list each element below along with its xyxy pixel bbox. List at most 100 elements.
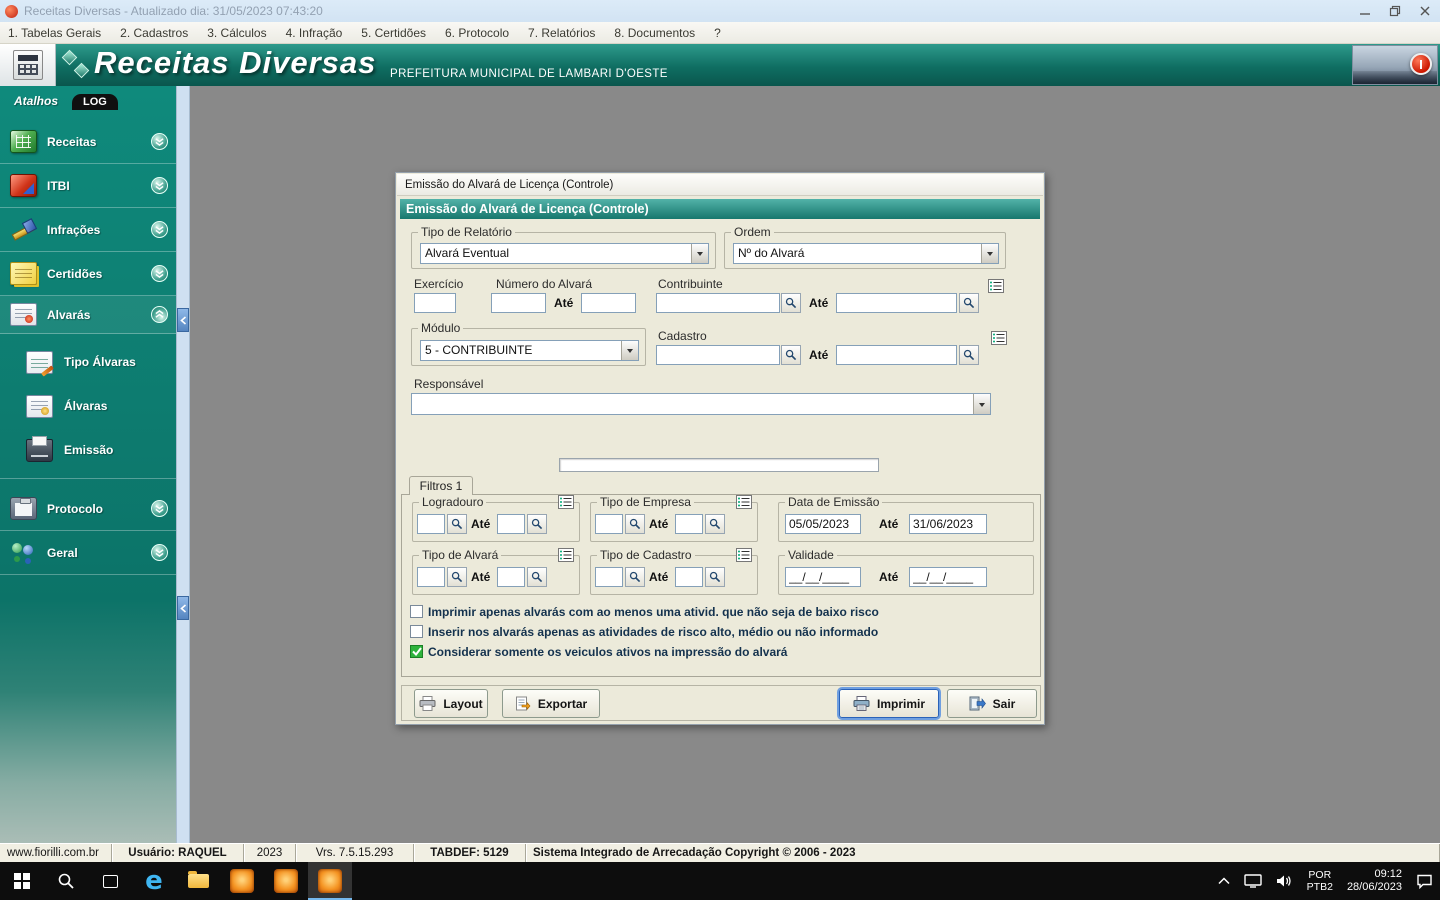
menu-calculos[interactable]: 3. Cálculos <box>207 26 266 40</box>
tab-log[interactable]: LOG <box>72 94 118 110</box>
app-orange-1-button[interactable] <box>220 862 264 900</box>
expand-chevron-icon[interactable] <box>151 265 168 282</box>
validade-from-input[interactable] <box>785 567 861 587</box>
dropdown-arrow-icon[interactable] <box>981 244 998 263</box>
data-emissao-to-input[interactable] <box>909 514 987 534</box>
exercicio-input[interactable] <box>414 293 456 313</box>
task-view-button[interactable] <box>88 862 132 900</box>
submenu-item-tipo-alvaras[interactable]: Tipo Álvaras <box>26 340 176 384</box>
magnifier-icon[interactable] <box>781 345 801 365</box>
taskbar-clock[interactable]: 09:12 28/06/2023 <box>1340 862 1409 900</box>
tab-filtros-1[interactable]: Filtros 1 <box>409 476 473 495</box>
language-indicator[interactable]: POR PTB2 <box>1300 862 1340 900</box>
sidebar-item-protocolo[interactable]: Protocolo <box>0 487 176 531</box>
modulo-select[interactable]: 5 - CONTRIBUINTE <box>420 340 639 361</box>
expand-chevron-icon[interactable] <box>151 544 168 561</box>
network-button[interactable] <box>1237 862 1269 900</box>
expand-chevron-icon[interactable] <box>151 177 168 194</box>
tipo-cadastro-to-input[interactable] <box>675 567 703 587</box>
list-icon[interactable] <box>988 279 1004 293</box>
magnifier-icon[interactable] <box>527 567 547 587</box>
dropdown-arrow-icon[interactable] <box>621 341 638 360</box>
menu-tabelas-gerais[interactable]: 1. Tabelas Gerais <box>8 26 101 40</box>
menu-help[interactable]: ? <box>714 26 721 40</box>
sidebar-scrollbar[interactable] <box>176 86 190 843</box>
menu-documentos[interactable]: 8. Documentos <box>614 26 695 40</box>
sidebar-item-receitas[interactable]: Receitas <box>0 120 176 164</box>
volume-button[interactable] <box>1269 862 1300 900</box>
magnifier-icon[interactable] <box>625 567 645 587</box>
responsavel-select[interactable] <box>411 393 991 415</box>
start-button[interactable] <box>0 862 44 900</box>
minimize-button[interactable] <box>1350 0 1380 22</box>
list-icon[interactable] <box>736 495 752 509</box>
menu-certidoes[interactable]: 5. Certidões <box>361 26 426 40</box>
magnifier-icon[interactable] <box>705 567 725 587</box>
logradouro-to-input[interactable] <box>497 514 525 534</box>
expand-chevron-icon[interactable] <box>151 133 168 150</box>
checkbox-baixo-risco[interactable] <box>410 605 423 618</box>
magnifier-icon[interactable] <box>527 514 547 534</box>
contribuinte-to-input[interactable] <box>836 293 957 313</box>
magnifier-icon[interactable] <box>447 567 467 587</box>
tipo-alvara-from-input[interactable] <box>417 567 445 587</box>
data-emissao-from-input[interactable] <box>785 514 861 534</box>
sidebar-item-certidoes[interactable]: Certidões <box>0 252 176 296</box>
app-orange-3-button[interactable] <box>308 862 352 900</box>
file-explorer-button[interactable] <box>176 862 220 900</box>
list-icon[interactable] <box>558 495 574 509</box>
dropdown-arrow-icon[interactable] <box>691 244 708 263</box>
tipo-empresa-to-input[interactable] <box>675 514 703 534</box>
magnifier-icon[interactable] <box>447 514 467 534</box>
collapse-chevron-icon[interactable] <box>151 306 168 323</box>
action-center-button[interactable] <box>1409 862 1440 900</box>
magnifier-icon[interactable] <box>705 514 725 534</box>
edge-button[interactable]: e <box>132 862 176 900</box>
sidebar-item-alvaras[interactable]: Alvarás <box>0 296 176 334</box>
sidebar-item-itbi[interactable]: ITBI <box>0 164 176 208</box>
magnifier-icon[interactable] <box>959 293 979 313</box>
sair-button[interactable]: Sair <box>947 689 1037 718</box>
collapse-arrow-icon[interactable] <box>177 596 189 620</box>
restore-button[interactable] <box>1380 0 1410 22</box>
sidebar-item-infracoes[interactable]: Infrações <box>0 208 176 252</box>
menu-relatorios[interactable]: 7. Relatórios <box>528 26 595 40</box>
menu-infracao[interactable]: 4. Infração <box>286 26 343 40</box>
tab-atalhos[interactable]: Atalhos <box>12 92 60 110</box>
power-button-icon[interactable] <box>1410 53 1432 75</box>
magnifier-icon[interactable] <box>781 293 801 313</box>
tipo-alvara-to-input[interactable] <box>497 567 525 587</box>
checkbox-veiculos-ativos[interactable] <box>410 645 423 658</box>
contribuinte-from-input[interactable] <box>656 293 780 313</box>
list-icon[interactable] <box>736 548 752 562</box>
menu-cadastros[interactable]: 2. Cadastros <box>120 26 188 40</box>
numero-alvara-to-input[interactable] <box>581 293 636 313</box>
cadastro-to-input[interactable] <box>836 345 957 365</box>
numero-alvara-from-input[interactable] <box>491 293 546 313</box>
validade-to-input[interactable] <box>909 567 987 587</box>
magnifier-icon[interactable] <box>959 345 979 365</box>
close-button[interactable] <box>1410 0 1440 22</box>
expand-chevron-icon[interactable] <box>151 221 168 238</box>
exportar-button[interactable]: Exportar <box>502 689 600 718</box>
checkbox-risco-alto[interactable] <box>410 625 423 638</box>
list-icon[interactable] <box>558 548 574 562</box>
submenu-item-alvaras[interactable]: Álvaras <box>26 384 176 428</box>
imprimir-button[interactable]: Imprimir <box>839 689 939 718</box>
list-icon[interactable] <box>991 331 1007 345</box>
magnifier-icon[interactable] <box>625 514 645 534</box>
cadastro-from-input[interactable] <box>656 345 780 365</box>
tipo-relatorio-select[interactable]: Alvará Eventual <box>420 243 709 264</box>
sidebar-item-geral[interactable]: Geral <box>0 531 176 575</box>
layout-button[interactable]: Layout <box>414 689 488 718</box>
expand-chevron-icon[interactable] <box>151 500 168 517</box>
tipo-empresa-from-input[interactable] <box>595 514 623 534</box>
submenu-item-emissao[interactable]: Emissão <box>26 428 176 472</box>
collapse-arrow-icon[interactable] <box>177 308 189 332</box>
tipo-cadastro-from-input[interactable] <box>595 567 623 587</box>
app-orange-2-button[interactable] <box>264 862 308 900</box>
menu-protocolo[interactable]: 6. Protocolo <box>445 26 509 40</box>
logradouro-from-input[interactable] <box>417 514 445 534</box>
dialog-titlebar[interactable]: Emissão do Alvará de Licença (Controle) <box>397 174 1043 196</box>
hidden-icons-button[interactable] <box>1211 862 1237 900</box>
